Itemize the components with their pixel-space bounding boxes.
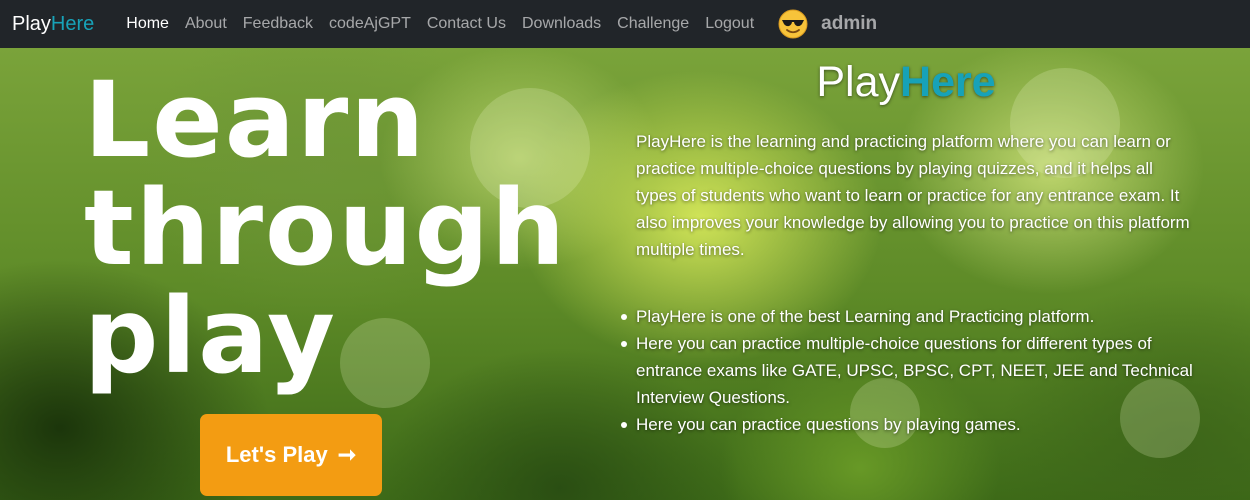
brand-text-here: Here [50, 12, 95, 35]
arrow-right-icon: ➞ [337, 442, 357, 467]
nav-link-about[interactable]: About [177, 15, 235, 33]
feature-item: PlayHere is one of the best Learning and… [621, 303, 1196, 330]
brand-text-play: Play [12, 12, 51, 35]
page: PlayHere Home About Feedback codeAjGPT C… [0, 0, 1250, 500]
nav-link-downloads[interactable]: Downloads [514, 15, 609, 33]
sunglasses-emoji-icon [778, 9, 808, 39]
feature-item: Here you can practice questions by playi… [621, 411, 1196, 438]
navbar: PlayHere Home About Feedback codeAjGPT C… [0, 0, 1250, 48]
lets-play-button[interactable]: Let's Play ➞ [200, 414, 382, 496]
about-title-here: Here [900, 58, 996, 106]
brand-logo[interactable]: PlayHere [12, 13, 94, 36]
hero-title-line: through [84, 167, 568, 289]
hero-title-line: Learn [84, 59, 427, 181]
username: admin [821, 13, 878, 34]
nav-link-contact-us[interactable]: Contact Us [419, 15, 514, 33]
lets-play-label: Let's Play [225, 442, 328, 467]
about-description: PlayHere is the learning and practicing … [636, 132, 1190, 259]
nav-link-home[interactable]: Home [118, 15, 177, 33]
about-title: PlayHere [636, 56, 1176, 108]
nav-link-logout[interactable]: Logout [697, 15, 762, 33]
hero-title: Learn through play [84, 59, 568, 397]
nav-link-challenge[interactable]: Challenge [609, 15, 697, 33]
nav-link-feedback[interactable]: Feedback [235, 15, 321, 33]
feature-item: Here you can practice multiple-choice qu… [621, 330, 1196, 411]
user-profile[interactable]: admin [778, 9, 877, 39]
feature-list: PlayHere is one of the best Learning and… [621, 303, 1196, 438]
about-title-play: Play [816, 58, 901, 106]
nav-link-codeajgpt[interactable]: codeAjGPT [321, 15, 419, 33]
nav-links: Home About Feedback codeAjGPT Contact Us… [118, 15, 762, 33]
hero-title-line: play [84, 275, 337, 397]
